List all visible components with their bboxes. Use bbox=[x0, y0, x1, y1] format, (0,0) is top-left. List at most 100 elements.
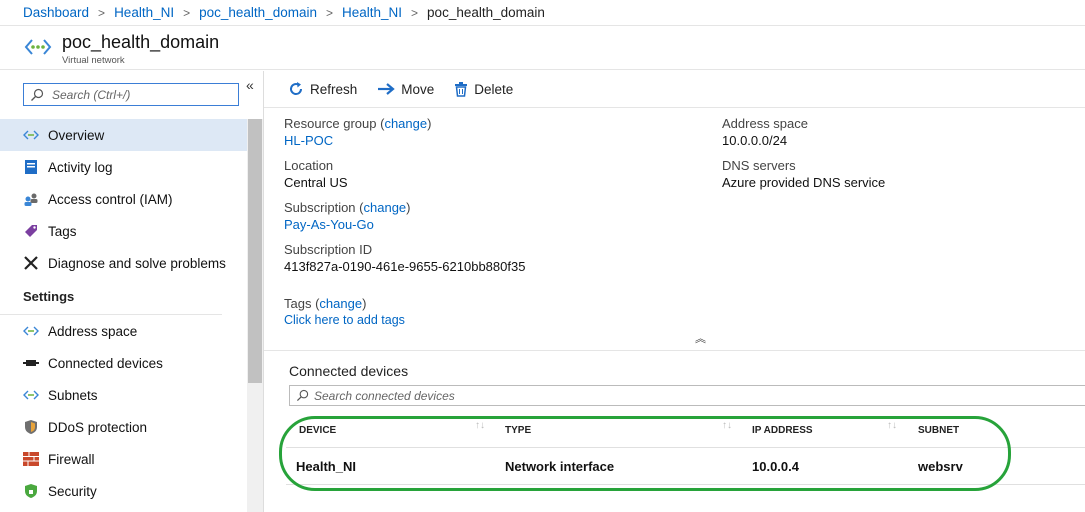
breadcrumb-poc-health-domain[interactable]: poc_health_domain bbox=[199, 5, 317, 20]
chevron-right-icon: > bbox=[183, 5, 191, 20]
arrow-right-icon bbox=[378, 83, 395, 95]
delete-button[interactable]: Delete bbox=[454, 81, 514, 97]
dns-servers-value: Azure provided DNS service bbox=[722, 175, 886, 190]
essentials-left: Resource group (change) HL-POC Location … bbox=[284, 116, 525, 338]
sidebar-item-overview[interactable]: Overview bbox=[0, 119, 247, 151]
breadcrumb-current: poc_health_domain bbox=[427, 5, 545, 20]
connected-devices-title: Connected devices bbox=[289, 363, 409, 379]
device-search-input[interactable] bbox=[314, 387, 1014, 404]
refresh-label: Refresh bbox=[310, 81, 358, 97]
subscription-id-value: 413f827a-0190-461e-9655-6210bb880f35 bbox=[284, 259, 526, 274]
device-ip: 10.0.0.4 bbox=[752, 459, 799, 474]
column-device[interactable]: DEVICE bbox=[299, 425, 336, 436]
resource-header: poc_health_domain Virtual network bbox=[0, 26, 1085, 70]
sidebar-item-subnets[interactable]: Subnets bbox=[0, 379, 247, 411]
overview-icon bbox=[22, 126, 40, 144]
sidebar-item-activity-log[interactable]: Activity log bbox=[0, 151, 247, 183]
sidebar-item-access-control[interactable]: Access control (IAM) bbox=[0, 183, 247, 215]
location-value: Central US bbox=[284, 175, 348, 190]
sidebar-item-label: Overview bbox=[48, 127, 105, 143]
delete-label: Delete bbox=[474, 81, 514, 97]
sidebar-item-connected-devices[interactable]: Connected devices bbox=[0, 347, 247, 379]
chevron-right-icon: > bbox=[98, 5, 106, 20]
shield-icon bbox=[22, 418, 40, 436]
subnets-icon bbox=[22, 386, 40, 404]
breadcrumb-health-ni[interactable]: Health_NI bbox=[114, 5, 174, 20]
essentials-panel: Resource group (change) HL-POC Location … bbox=[264, 108, 1085, 350]
settings-heading: Settings bbox=[0, 279, 222, 315]
change-tags-link[interactable]: change bbox=[319, 296, 362, 311]
tag-icon bbox=[22, 222, 40, 240]
device-name: Health_NI bbox=[296, 459, 356, 474]
sidebar: « Overview Activity log Access control (… bbox=[0, 71, 264, 512]
address-space-label: Address space bbox=[722, 116, 808, 131]
address-space-icon bbox=[22, 322, 40, 340]
subscription-id-label: Subscription ID bbox=[284, 242, 373, 257]
location-label: Location bbox=[284, 158, 334, 173]
connected-devices-icon bbox=[22, 354, 40, 372]
iam-icon bbox=[22, 190, 40, 208]
table-row[interactable]: Health_NI Network interface 10.0.0.4 web… bbox=[286, 448, 1085, 485]
subscription-value[interactable]: Pay-As-You-Go bbox=[284, 217, 525, 234]
breadcrumb: Dashboard > Health_NI > poc_health_domai… bbox=[0, 0, 1085, 26]
security-icon bbox=[22, 482, 40, 500]
subscription-label: Subscription (change) bbox=[284, 200, 411, 215]
sidebar-item-label: Address space bbox=[48, 323, 138, 339]
table-header: DEVICE ↑↓ TYPE ↑↓ IP ADDRESS ↑↓ SUBNET bbox=[286, 415, 1085, 448]
sidebar-search-input[interactable] bbox=[52, 86, 232, 103]
page-subtitle: Virtual network bbox=[62, 55, 125, 66]
sidebar-item-label: Connected devices bbox=[48, 355, 163, 371]
sidebar-item-label: Firewall bbox=[48, 451, 95, 467]
trash-icon bbox=[455, 81, 468, 97]
search-icon bbox=[31, 88, 44, 101]
sidebar-scrollbar[interactable] bbox=[247, 119, 263, 512]
collapse-sidebar-button[interactable]: « bbox=[246, 77, 254, 93]
device-search[interactable] bbox=[289, 385, 1085, 406]
essentials-right: Address space 10.0.0.0/24 DNS servers Az… bbox=[722, 116, 885, 200]
column-type[interactable]: TYPE bbox=[505, 425, 531, 436]
sidebar-item-label: Access control (IAM) bbox=[48, 191, 173, 207]
change-resource-group-link[interactable]: change bbox=[384, 116, 427, 131]
sidebar-item-label: Security bbox=[48, 483, 97, 499]
chevron-right-icon: > bbox=[325, 5, 333, 20]
resource-group-value[interactable]: HL-POC bbox=[284, 133, 525, 150]
move-label: Move bbox=[401, 81, 435, 97]
dns-servers-label: DNS servers bbox=[722, 158, 796, 173]
sidebar-item-label: Subnets bbox=[48, 387, 98, 403]
sidebar-item-label: DDoS protection bbox=[48, 419, 148, 435]
change-subscription-link[interactable]: change bbox=[364, 200, 407, 215]
column-subnet[interactable]: SUBNET bbox=[918, 425, 959, 436]
collapse-essentials-button[interactable]: ︽ bbox=[695, 330, 706, 346]
sidebar-item-firewall[interactable]: Firewall bbox=[0, 443, 247, 475]
sidebar-search[interactable] bbox=[23, 83, 239, 106]
vnet-icon bbox=[24, 39, 52, 55]
sidebar-item-label: Tags bbox=[48, 223, 77, 239]
sort-icon[interactable]: ↑↓ bbox=[722, 420, 732, 431]
sidebar-item-ddos[interactable]: DDoS protection bbox=[0, 411, 247, 443]
refresh-icon bbox=[290, 82, 303, 95]
activity-log-icon bbox=[22, 158, 40, 176]
resource-group-label: Resource group (change) bbox=[284, 116, 432, 131]
add-tags-link[interactable]: Click here to add tags bbox=[284, 313, 525, 330]
scrollbar-thumb[interactable] bbox=[248, 119, 262, 383]
device-type: Network interface bbox=[505, 459, 615, 474]
breadcrumb-health-ni-2[interactable]: Health_NI bbox=[342, 5, 402, 20]
sort-icon[interactable]: ↑↓ bbox=[887, 420, 897, 431]
firewall-icon bbox=[22, 450, 40, 468]
breadcrumb-dashboard[interactable]: Dashboard bbox=[23, 5, 89, 20]
sidebar-item-address-space[interactable]: Address space bbox=[0, 315, 247, 347]
devices-table: DEVICE ↑↓ TYPE ↑↓ IP ADDRESS ↑↓ SUBNET H… bbox=[286, 415, 1085, 485]
sidebar-item-label: Diagnose and solve problems bbox=[48, 255, 226, 271]
sort-icon[interactable]: ↑↓ bbox=[475, 420, 485, 431]
refresh-button[interactable]: Refresh bbox=[288, 81, 357, 97]
sidebar-item-tags[interactable]: Tags bbox=[0, 215, 247, 247]
address-space-value: 10.0.0.0/24 bbox=[722, 133, 788, 148]
sidebar-item-label: Activity log bbox=[48, 159, 113, 175]
move-button[interactable]: Move bbox=[377, 82, 434, 97]
chevron-right-icon: > bbox=[411, 5, 419, 20]
tools-icon bbox=[22, 254, 40, 272]
sidebar-item-security[interactable]: Security bbox=[0, 475, 247, 507]
sidebar-item-diagnose[interactable]: Diagnose and solve problems bbox=[0, 247, 247, 279]
column-ip-address[interactable]: IP ADDRESS bbox=[752, 425, 813, 436]
search-icon bbox=[296, 389, 309, 402]
